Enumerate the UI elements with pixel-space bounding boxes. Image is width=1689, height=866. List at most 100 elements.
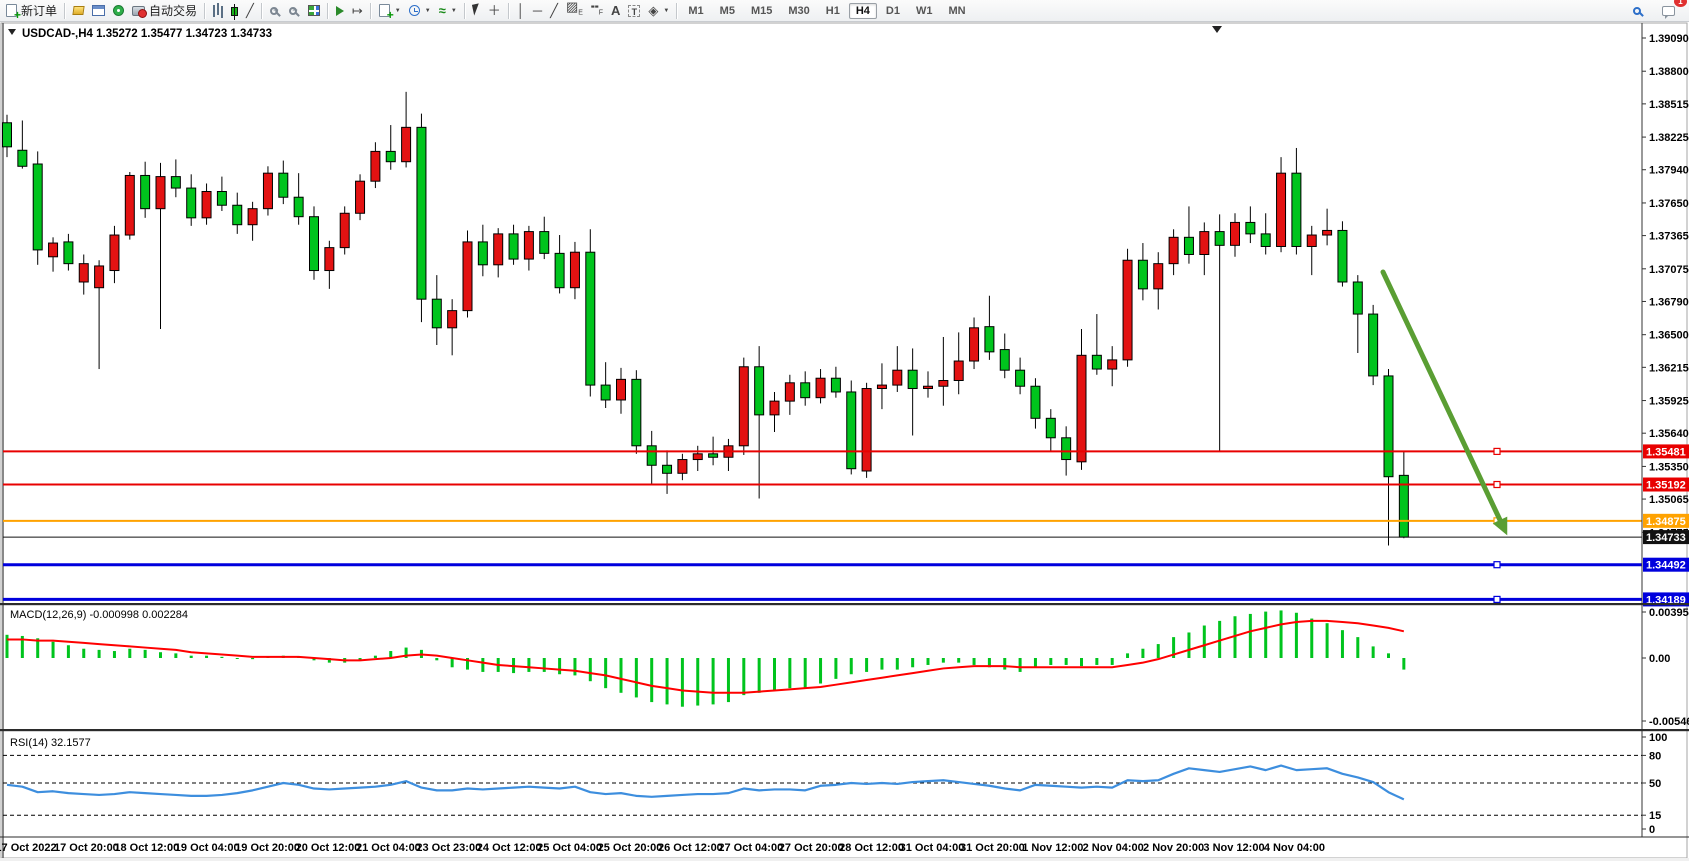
price-tick-label: 1.37650 [1649, 198, 1689, 210]
channel-tool-button[interactable]: ▨E [562, 1, 587, 21]
candle-body [279, 173, 288, 197]
candle-body [156, 177, 165, 209]
candle-body [171, 177, 180, 188]
line-chart-button[interactable]: ╱ [242, 1, 258, 21]
toolbar-separator [261, 3, 263, 19]
macd-bar [1003, 658, 1006, 670]
chart-shift-button[interactable]: ↦ [348, 1, 367, 21]
periods-button[interactable]: ▼ [405, 1, 435, 21]
date-label: 20 Oct 12:00 [296, 842, 361, 854]
macd-bar [620, 658, 623, 693]
chart-window-button[interactable] [88, 1, 109, 21]
tile-windows-button[interactable] [304, 1, 324, 21]
auto-scroll-button[interactable] [332, 1, 348, 21]
candle-body [693, 454, 702, 460]
macd-bar [52, 642, 55, 658]
macd-bar [1157, 644, 1160, 658]
candle-body [3, 123, 12, 147]
text-tool-button[interactable]: A [607, 1, 624, 21]
autotrading-button[interactable]: 自动交易 [128, 1, 201, 21]
date-label: 2 Nov 20:00 [1143, 842, 1204, 854]
candle-body [647, 446, 656, 465]
candle-body [924, 386, 933, 388]
timeframe-button-M5[interactable]: M5 [713, 3, 742, 19]
fibonacci-tool-button[interactable]: ╍F [587, 1, 607, 21]
macd-bar [128, 649, 131, 658]
horizontal-line-tool-button[interactable]: ─ [529, 1, 546, 21]
candlestick-chart-button[interactable] [227, 1, 242, 21]
macd-bar [1203, 626, 1206, 658]
toolbar-separator [64, 3, 66, 19]
zoom-out-button[interactable]: − [285, 1, 304, 21]
candle-body [125, 175, 134, 235]
candle-body [1277, 173, 1286, 246]
timeframe-button-M15[interactable]: M15 [744, 3, 779, 19]
usdcad-h4-chart[interactable]: 1.390901.388001.385151.382251.379401.376… [0, 22, 1689, 861]
candle-body [233, 205, 242, 224]
macd-bar [1126, 653, 1129, 658]
signals-button[interactable] [109, 1, 128, 21]
chart-title: USDCAD-,H4 1.35272 1.35477 1.34723 1.347… [22, 28, 272, 40]
candle-body [248, 209, 257, 225]
cursor-tool-button[interactable] [469, 1, 484, 21]
macd-bar [819, 658, 822, 684]
timeframe-button-W1[interactable]: W1 [909, 3, 940, 19]
macd-bar [788, 658, 791, 688]
auto-scroll-icon [336, 6, 344, 16]
candle-body [18, 150, 27, 166]
macd-bar [1080, 658, 1083, 666]
price-tick-label: 1.38800 [1649, 66, 1689, 78]
timeframe-button-D1[interactable]: D1 [879, 3, 907, 19]
date-label: 18 Oct 12:00 [114, 842, 179, 854]
candle-body [1000, 350, 1009, 371]
macd-bar [957, 658, 960, 663]
candle-body [1338, 230, 1347, 282]
indicators-button[interactable]: ≈▼ [435, 1, 461, 21]
candle-body [755, 367, 764, 415]
timeframe-button-M1[interactable]: M1 [681, 3, 710, 19]
toolbar-separator [676, 3, 678, 19]
crosshair-tool-button[interactable]: ＋ [484, 1, 505, 21]
candle-body [417, 127, 426, 299]
macd-bar [1356, 637, 1359, 658]
candle-body [325, 248, 334, 271]
chart-area[interactable]: 1.390901.388001.385151.382251.379401.376… [0, 22, 1689, 861]
macd-bar [589, 658, 592, 681]
new-order-button[interactable]: 新订单 [2, 1, 61, 21]
macd-bar [174, 653, 177, 658]
bar-chart-icon [213, 5, 215, 17]
macd-bar [67, 645, 70, 658]
vertical-line-tool-button[interactable]: │ [513, 1, 529, 21]
timeframe-button-H1[interactable]: H1 [819, 3, 847, 19]
candle-body [1031, 386, 1040, 418]
new-chart-button[interactable]: ▼ [375, 1, 405, 21]
macd-bar [666, 658, 669, 704]
macd-bar [1249, 614, 1252, 658]
macd-bar [1310, 619, 1313, 658]
shapes-tool-button[interactable]: ◈▼ [644, 1, 673, 21]
timeframe-button-H4[interactable]: H4 [849, 3, 877, 19]
new-order-label: 新订单 [21, 2, 57, 19]
line-handle [1494, 596, 1500, 602]
macd-bar [435, 658, 438, 660]
candle-body [632, 379, 641, 445]
candle-body [601, 385, 610, 400]
search-button[interactable] [1629, 1, 1648, 21]
macd-bar [1402, 658, 1405, 670]
timeframe-button-MN[interactable]: MN [941, 3, 972, 19]
candle-body [908, 370, 917, 388]
notifications-button[interactable]: 1 [1658, 1, 1679, 21]
timeframe-button-M30[interactable]: M30 [781, 3, 816, 19]
macd-axis-label: 0.003954 [1649, 607, 1689, 619]
candle-body [1046, 418, 1055, 437]
candle-body [877, 385, 886, 388]
candle-body [263, 173, 272, 209]
zoom-in-button[interactable]: + [266, 1, 285, 21]
bar-chart-button[interactable] [209, 1, 227, 21]
macd-bar [1264, 612, 1267, 658]
toolbar-separator [464, 3, 466, 19]
text-label-tool-button[interactable]: T [624, 1, 644, 21]
trendline-tool-button[interactable]: ╱ [546, 1, 562, 21]
market-watch-button[interactable] [69, 1, 88, 21]
price-tick-label: 1.39090 [1649, 33, 1689, 45]
